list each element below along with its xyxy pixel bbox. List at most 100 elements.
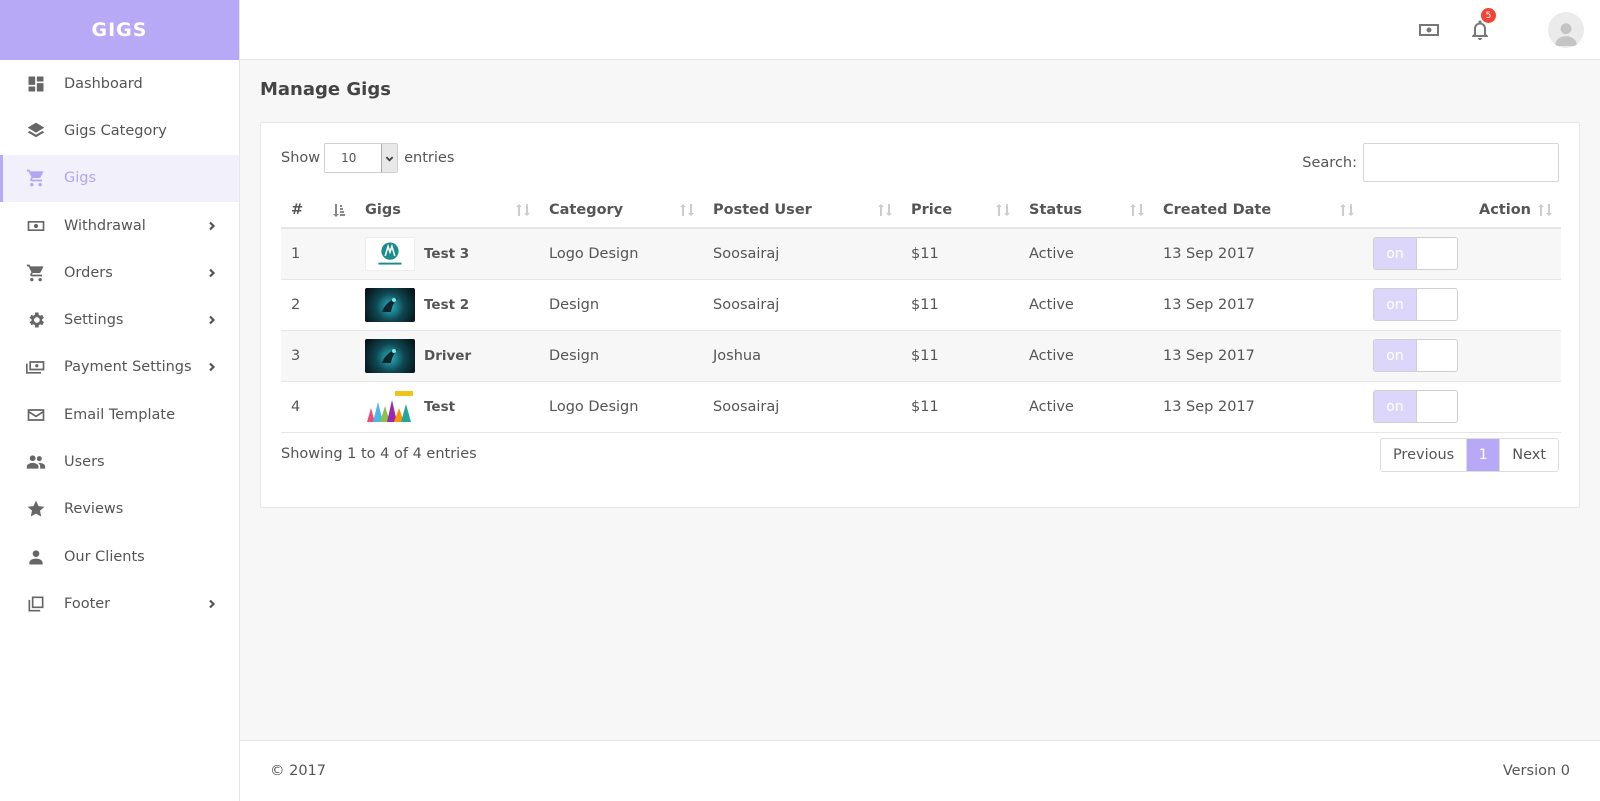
sidebar-item-label: Gigs	[64, 170, 97, 187]
sort-ascending-icon	[331, 202, 347, 218]
gigs-table: # Gigs Category Posted User Price Status Creat…	[281, 193, 1561, 433]
chevron-right-icon	[207, 268, 217, 278]
table-row: 4 Test Logo Design Soosairaj $11 Active 13 Sep…	[281, 381, 1561, 433]
chevron-right-icon	[207, 362, 217, 372]
avatar[interactable]	[1548, 12, 1584, 48]
gig-thumbnail[interactable]	[365, 287, 415, 322]
column-header-gigs[interactable]: Gigs	[355, 193, 539, 229]
column-header-number[interactable]: #	[281, 193, 355, 229]
column-header-label: Created Date	[1163, 202, 1272, 218]
topbar: 5	[240, 0, 1600, 60]
sidebar-item-email-template[interactable]: Email Template	[0, 391, 239, 438]
gig-name[interactable]: Driver	[424, 348, 471, 364]
price-cell: $11	[901, 330, 1019, 382]
sort-icon	[1537, 202, 1553, 218]
column-header-label: Posted User	[713, 202, 812, 218]
sidebar-item-users[interactable]: Users	[0, 438, 239, 485]
sidebar-item-withdrawal[interactable]: Withdrawal	[0, 202, 239, 249]
entries-select[interactable]: 10	[324, 143, 399, 173]
gig-thumbnail[interactable]	[365, 389, 415, 424]
sidebar-item-footer[interactable]: Footer	[0, 580, 239, 627]
version-label: Version 0	[1502, 763, 1570, 779]
sidebar-item-dashboard[interactable]: Dashboard	[0, 60, 239, 107]
sidebar-item-settings[interactable]: Settings	[0, 296, 239, 343]
sidebar-item-gigs-category[interactable]: Gigs Category	[0, 107, 239, 154]
dashboard-icon	[26, 74, 46, 94]
brand-logo[interactable]: GIGS	[0, 0, 239, 60]
sidebar-item-orders[interactable]: Orders	[0, 249, 239, 296]
status-toggle[interactable]: on	[1373, 339, 1458, 372]
category-cell: Logo Design	[539, 228, 703, 280]
toggle-off-half	[1416, 289, 1457, 320]
cart-icon	[26, 168, 46, 188]
posted-user-cell: Soosairaj	[703, 279, 901, 331]
mail-icon	[26, 405, 46, 425]
gig-name[interactable]: Test	[424, 399, 455, 415]
gig-thumbnail[interactable]	[365, 236, 415, 271]
gig-thumbnail[interactable]	[365, 338, 415, 373]
row-number: 1	[281, 228, 355, 280]
column-header-created-date[interactable]: Created Date	[1153, 193, 1363, 229]
status-cell: Active	[1019, 381, 1153, 433]
column-header-price[interactable]: Price	[901, 193, 1019, 229]
gig-cell: Test	[355, 381, 539, 433]
show-label: Show	[281, 150, 321, 166]
column-header-label: Category	[549, 202, 624, 218]
toggle-on-label: on	[1374, 289, 1416, 320]
toggle-on-label: on	[1374, 340, 1416, 371]
sidebar-item-label: Orders	[64, 264, 113, 281]
column-header-label: #	[291, 202, 304, 218]
column-header-action[interactable]: Action	[1363, 193, 1561, 229]
sidebar-item-label: Gigs Category	[64, 122, 167, 139]
row-number: 2	[281, 279, 355, 331]
status-toggle[interactable]: on	[1373, 288, 1458, 321]
table-row: 2 Test 2 Design Soosairaj $11 Active 13 Sep 20…	[281, 279, 1561, 331]
next-page-button[interactable]: Next	[1500, 439, 1558, 471]
action-cell: on	[1363, 228, 1561, 280]
status-toggle[interactable]: on	[1373, 390, 1458, 423]
category-cell: Design	[539, 330, 703, 382]
sidebar-item-label: Reviews	[64, 501, 124, 518]
sidebar-item-label: Email Template	[64, 406, 176, 423]
price-cell: $11	[901, 279, 1019, 331]
page-1-button[interactable]: 1	[1466, 439, 1501, 471]
column-header-category[interactable]: Category	[539, 193, 703, 229]
sidebar-item-payment-settings[interactable]: Payment Settings	[0, 344, 239, 391]
toggle-on-label: on	[1374, 238, 1416, 270]
chevron-down-icon	[381, 144, 398, 172]
sidebar-item-label: Withdrawal	[64, 217, 146, 234]
column-header-posted-user[interactable]: Posted User	[703, 193, 901, 229]
money-icon[interactable]	[1416, 17, 1442, 43]
previous-page-button[interactable]: Previous	[1380, 439, 1467, 471]
layers-icon	[26, 121, 46, 141]
gig-cell: Test 3	[355, 228, 539, 280]
entries-select-value: 10	[341, 151, 357, 165]
toggle-off-half	[1416, 238, 1457, 270]
status-cell: Active	[1019, 330, 1153, 382]
sidebar-item-gigs[interactable]: Gigs	[0, 154, 239, 203]
footer: © 2017 Version 0	[240, 740, 1600, 801]
gigs-table-card: Show 10 entries Search: # Gigs Category Pos…	[260, 122, 1580, 508]
sort-icon	[679, 202, 695, 218]
gig-name[interactable]: Test 3	[424, 246, 469, 262]
sidebar-item-label: Users	[64, 454, 105, 471]
table-body: 1 Test 3 Logo Design Soosairaj $11 Active 13 S…	[281, 228, 1561, 433]
column-header-status[interactable]: Status	[1019, 193, 1153, 229]
money-icon	[26, 216, 46, 236]
status-toggle[interactable]: on	[1373, 237, 1458, 271]
category-cell: Design	[539, 279, 703, 331]
gig-name[interactable]: Test 2	[424, 297, 469, 313]
posted-user-cell: Joshua	[703, 330, 901, 382]
created-date-cell: 13 Sep 2017	[1153, 279, 1363, 331]
posted-user-cell: Soosairaj	[703, 228, 901, 280]
sidebar-item-our-clients[interactable]: Our Clients	[0, 533, 239, 580]
pagination: Previous 1 Next	[1379, 438, 1559, 472]
gear-icon	[26, 310, 46, 330]
toggle-off-half	[1416, 391, 1457, 422]
search-input[interactable]	[1363, 143, 1559, 182]
posted-user-cell: Soosairaj	[703, 381, 901, 433]
column-header-label: Gigs	[365, 202, 401, 218]
sidebar-item-reviews[interactable]: Reviews	[0, 486, 239, 533]
copyright: © 2017	[270, 763, 327, 779]
entries-length-control: Show 10 entries	[281, 143, 454, 173]
